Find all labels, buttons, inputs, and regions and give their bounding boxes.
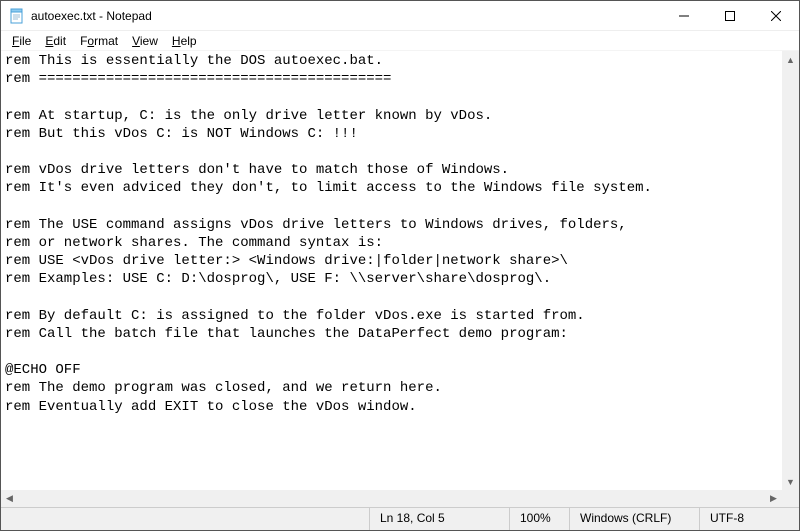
minimize-button[interactable] [661, 1, 707, 30]
notepad-window: autoexec.txt - Notepad File Edit Format … [0, 0, 800, 531]
menu-edit-rest: dit [53, 34, 66, 48]
menu-format[interactable]: Format [73, 33, 125, 49]
status-cursor-position: Ln 18, Col 5 [369, 508, 509, 530]
vertical-scroll-track[interactable] [782, 68, 799, 473]
window-title: autoexec.txt - Notepad [31, 9, 661, 23]
menu-view-ul: V [132, 34, 140, 48]
vertical-scrollbar[interactable]: ▲ ▼ [782, 51, 799, 490]
menu-help-rest: elp [181, 34, 197, 48]
scroll-down-button[interactable]: ▼ [782, 473, 799, 490]
window-controls [661, 1, 799, 30]
status-encoding: UTF-8 [699, 508, 799, 530]
maximize-icon [725, 11, 735, 21]
close-icon [771, 11, 781, 21]
editor-area: rem This is essentially the DOS autoexec… [1, 51, 799, 507]
statusbar: Ln 18, Col 5 100% Windows (CRLF) UTF-8 [1, 507, 799, 530]
menu-help-ul: H [172, 34, 181, 48]
menu-help[interactable]: Help [165, 33, 204, 49]
horizontal-scrollbar[interactable]: ◀ ▶ [1, 490, 782, 507]
scroll-up-button[interactable]: ▲ [782, 51, 799, 68]
minimize-icon [679, 11, 689, 21]
notepad-icon [9, 8, 25, 24]
menu-file-rest: ile [19, 34, 31, 48]
scroll-right-button[interactable]: ▶ [765, 490, 782, 507]
scroll-left-button[interactable]: ◀ [1, 490, 18, 507]
text-editor[interactable]: rem This is essentially the DOS autoexec… [1, 51, 782, 490]
menu-view[interactable]: View [125, 33, 165, 49]
menubar: File Edit Format View Help [1, 31, 799, 51]
horizontal-scroll-track[interactable] [18, 490, 765, 507]
menu-edit[interactable]: Edit [38, 33, 73, 49]
scrollbar-corner [782, 490, 799, 507]
status-line-ending: Windows (CRLF) [569, 508, 699, 530]
menu-view-rest: iew [140, 34, 158, 48]
menu-file[interactable]: File [5, 33, 38, 49]
status-spacer [1, 508, 369, 530]
status-zoom: 100% [509, 508, 569, 530]
maximize-button[interactable] [707, 1, 753, 30]
titlebar: autoexec.txt - Notepad [1, 1, 799, 31]
close-button[interactable] [753, 1, 799, 30]
menu-format-rest: rmat [94, 34, 118, 48]
